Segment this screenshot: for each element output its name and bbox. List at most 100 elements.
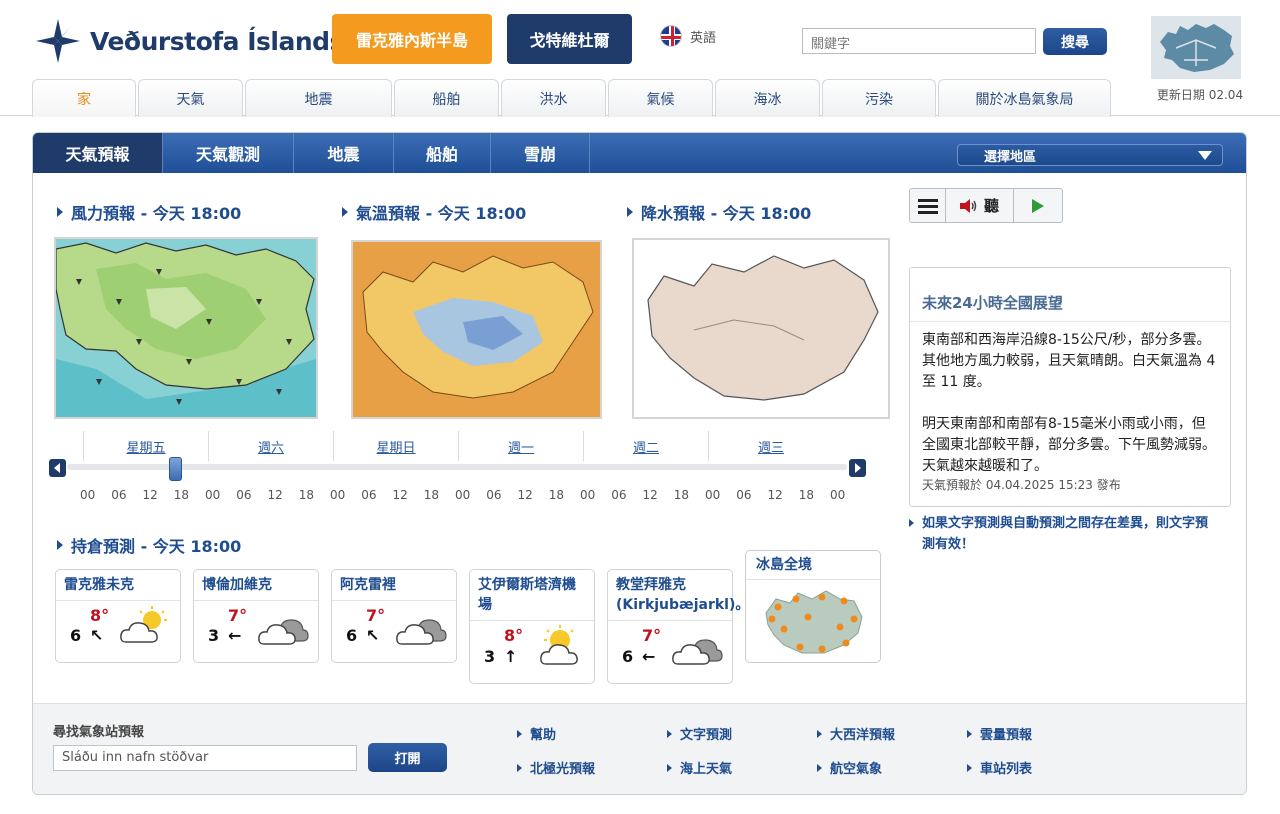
timeline-hour-label: 06 <box>361 488 377 502</box>
subtab-forecast[interactable]: 天氣預報 <box>33 133 163 173</box>
subtab-observations[interactable]: 天氣觀測 <box>163 133 294 173</box>
footer-link-station-list[interactable]: 車站列表 <box>967 758 1032 777</box>
cloudy-icon <box>258 619 309 645</box>
timeline-hour-label: 18 <box>173 488 190 502</box>
station-name-input[interactable]: Sláðu inn nafn stöðvar <box>53 745 357 771</box>
subtab-avalanches[interactable]: 雪崩 <box>491 133 590 173</box>
day-link-saturday[interactable]: 週六 <box>208 431 333 461</box>
station-name: 教堂拜雅克(Kirkjubæjarkl)。 <box>608 570 749 621</box>
nav-tab-sea-ice[interactable]: 海冰 <box>715 79 820 117</box>
timeline-next-button[interactable] <box>849 459 866 477</box>
text-forecast-note-link[interactable]: 如果文字預測與自動預測之間存在差異，則文字預測有效！ <box>909 513 1219 555</box>
station-wind-speed: 6 <box>70 626 82 645</box>
station-temp: 7° <box>366 606 386 625</box>
footer-link-marine[interactable]: 海上天氣 <box>667 758 732 777</box>
temp-forecast-title[interactable]: 氣溫預報 - 今天 18:00 <box>342 200 526 224</box>
update-date: 更新日期 02.04 <box>1156 88 1244 102</box>
day-link-sunday[interactable]: 星期日 <box>333 431 458 461</box>
nav-tab-pollution[interactable]: 污染 <box>822 79 936 117</box>
timeline-hour-label: 00 <box>454 488 471 502</box>
station-card-kirkjubaejarklaustur[interactable]: 教堂拜雅克(Kirkjubæjarkl)。 7° 6 ← <box>607 569 749 684</box>
day-link-friday[interactable]: 星期五 <box>83 431 208 461</box>
main-nav: 家 天氣 地震 船舶 洪水 氣候 海冰 污染 關於冰島氣象局 <box>32 78 1113 117</box>
site-logo[interactable]: Veðurstofa Íslands <box>34 17 344 65</box>
search-input[interactable]: 關鍵字 <box>802 28 1036 54</box>
footer-link-text-forecast[interactable]: 文字預測 <box>667 724 732 743</box>
listen-label: 聽 <box>983 197 999 215</box>
footer-link-label: 海上天氣 <box>680 762 733 777</box>
search-button[interactable]: 搜尋 <box>1043 28 1107 55</box>
station-name: 阿克雷裡 <box>332 570 456 601</box>
station-wind-speed: 3 <box>484 647 496 666</box>
station-card-akureyri[interactable]: 阿克雷裡 7° 6 ↖ <box>331 569 457 663</box>
menu-button[interactable] <box>910 189 946 222</box>
station-name: 雷克雅未克 <box>56 570 180 601</box>
hamburger-icon <box>917 198 938 214</box>
cloudy-icon <box>396 619 447 645</box>
partly-sunny-icon <box>120 606 167 643</box>
wind-arrow-northwest-icon: ↖ <box>90 626 104 645</box>
region-select[interactable]: 選擇地區 <box>957 144 1223 166</box>
temp-forecast-label: 氣溫預報 - 今天 18:00 <box>356 204 527 223</box>
sub-nav: 天氣預報 天氣觀測 地震 船舶 雪崩 選擇地區 <box>33 133 1246 173</box>
precip-forecast-label: 降水預報 - 今天 18:00 <box>641 204 812 223</box>
nav-tab-ships[interactable]: 船舶 <box>394 79 499 117</box>
station-wind-speed: 6 <box>346 626 358 645</box>
wind-forecast-title[interactable]: 風力預報 - 今天 18:00 <box>57 200 241 224</box>
precip-forecast-title[interactable]: 降水預報 - 今天 18:00 <box>627 200 811 224</box>
text-forecast-toolbar: 聽 <box>909 188 1063 223</box>
station-card-egilsstadir[interactable]: 艾伊爾斯塔濟機場 8° 3 ↑ <box>469 569 595 684</box>
nav-tab-floods[interactable]: 洪水 <box>501 79 606 117</box>
day-link-tuesday[interactable]: 週二 <box>583 431 708 461</box>
footer-link-help[interactable]: 幫助 <box>517 724 556 743</box>
language-switch[interactable]: 英語 <box>660 25 716 47</box>
station-card-reykjavik[interactable]: 雷克雅未克 8° 6 ↖ <box>55 569 181 663</box>
all-iceland-card[interactable]: 冰島全境 <box>745 550 881 663</box>
wind-forecast-map[interactable] <box>54 237 318 419</box>
footer-link-cloud-cover[interactable]: 雲量預報 <box>967 724 1032 743</box>
station-forecast-title[interactable]: 持倉預測 - 今天 18:00 <box>57 533 241 557</box>
region-shortcut-button[interactable]: 戈特維杜爾 <box>507 14 632 64</box>
timeline-hour-label: 06 <box>736 488 752 502</box>
nav-tab-climate[interactable]: 氣候 <box>608 79 713 117</box>
outlook-title: 未來24小時全國展望 <box>910 268 1230 322</box>
temp-forecast-map[interactable] <box>351 240 602 419</box>
iceland-map-thumbnail[interactable] <box>1151 16 1241 79</box>
timeline-hour-label: 12 <box>392 488 408 502</box>
station-temp: 8° <box>90 606 110 625</box>
timeline-hour-label: 00 <box>579 488 596 502</box>
open-button[interactable]: 打開 <box>368 743 447 772</box>
timeline-hour-label: 00 <box>704 488 721 502</box>
timeline-hour-label: 00 <box>79 488 96 502</box>
listen-button[interactable]: 聽 <box>946 189 1014 222</box>
all-iceland-label: 冰島全境 <box>746 551 880 580</box>
nav-tab-about[interactable]: 關於冰島氣象局 <box>938 79 1111 117</box>
timeline-track[interactable] <box>67 464 847 470</box>
outlook-issued: 天氣預報於 04.04.2025 15:23 發布 <box>922 478 1121 492</box>
footer-link-aviation[interactable]: 航空氣象 <box>817 758 882 777</box>
caret-right-icon <box>57 540 63 550</box>
caret-right-icon <box>667 763 672 772</box>
nav-tab-earthquakes[interactable]: 地震 <box>245 79 392 117</box>
timeline-slider-handle[interactable] <box>169 457 182 481</box>
timeline-hour-label: 06 <box>111 488 127 502</box>
reykjanes-button[interactable]: 雷克雅內斯半島 <box>332 14 492 64</box>
timeline-hour-label: 06 <box>486 488 502 502</box>
day-link-wednesday[interactable]: 週三 <box>708 431 833 461</box>
nav-tab-home[interactable]: 家 <box>32 79 136 117</box>
subtab-earthquakes[interactable]: 地震 <box>294 133 394 173</box>
footer-link-aurora[interactable]: 北極光預報 <box>517 758 595 777</box>
speaker-icon <box>959 198 977 213</box>
day-link-monday[interactable]: 週一 <box>458 431 583 461</box>
footer-link-atlantic[interactable]: 大西洋預報 <box>817 724 895 743</box>
nav-tab-weather[interactable]: 天氣 <box>138 79 243 117</box>
timeline-prev-button[interactable] <box>49 459 66 477</box>
subtab-ships[interactable]: 船舶 <box>394 133 491 173</box>
play-button[interactable] <box>1014 189 1062 222</box>
station-name: 艾伊爾斯塔濟機場 <box>470 570 594 621</box>
caret-right-icon <box>817 729 822 738</box>
precip-forecast-map[interactable] <box>632 238 890 419</box>
station-card-bolungarvik[interactable]: 博倫加維克 7° 3 ← <box>193 569 319 663</box>
station-name: 博倫加維克 <box>194 570 318 601</box>
caret-right-icon <box>517 763 522 772</box>
